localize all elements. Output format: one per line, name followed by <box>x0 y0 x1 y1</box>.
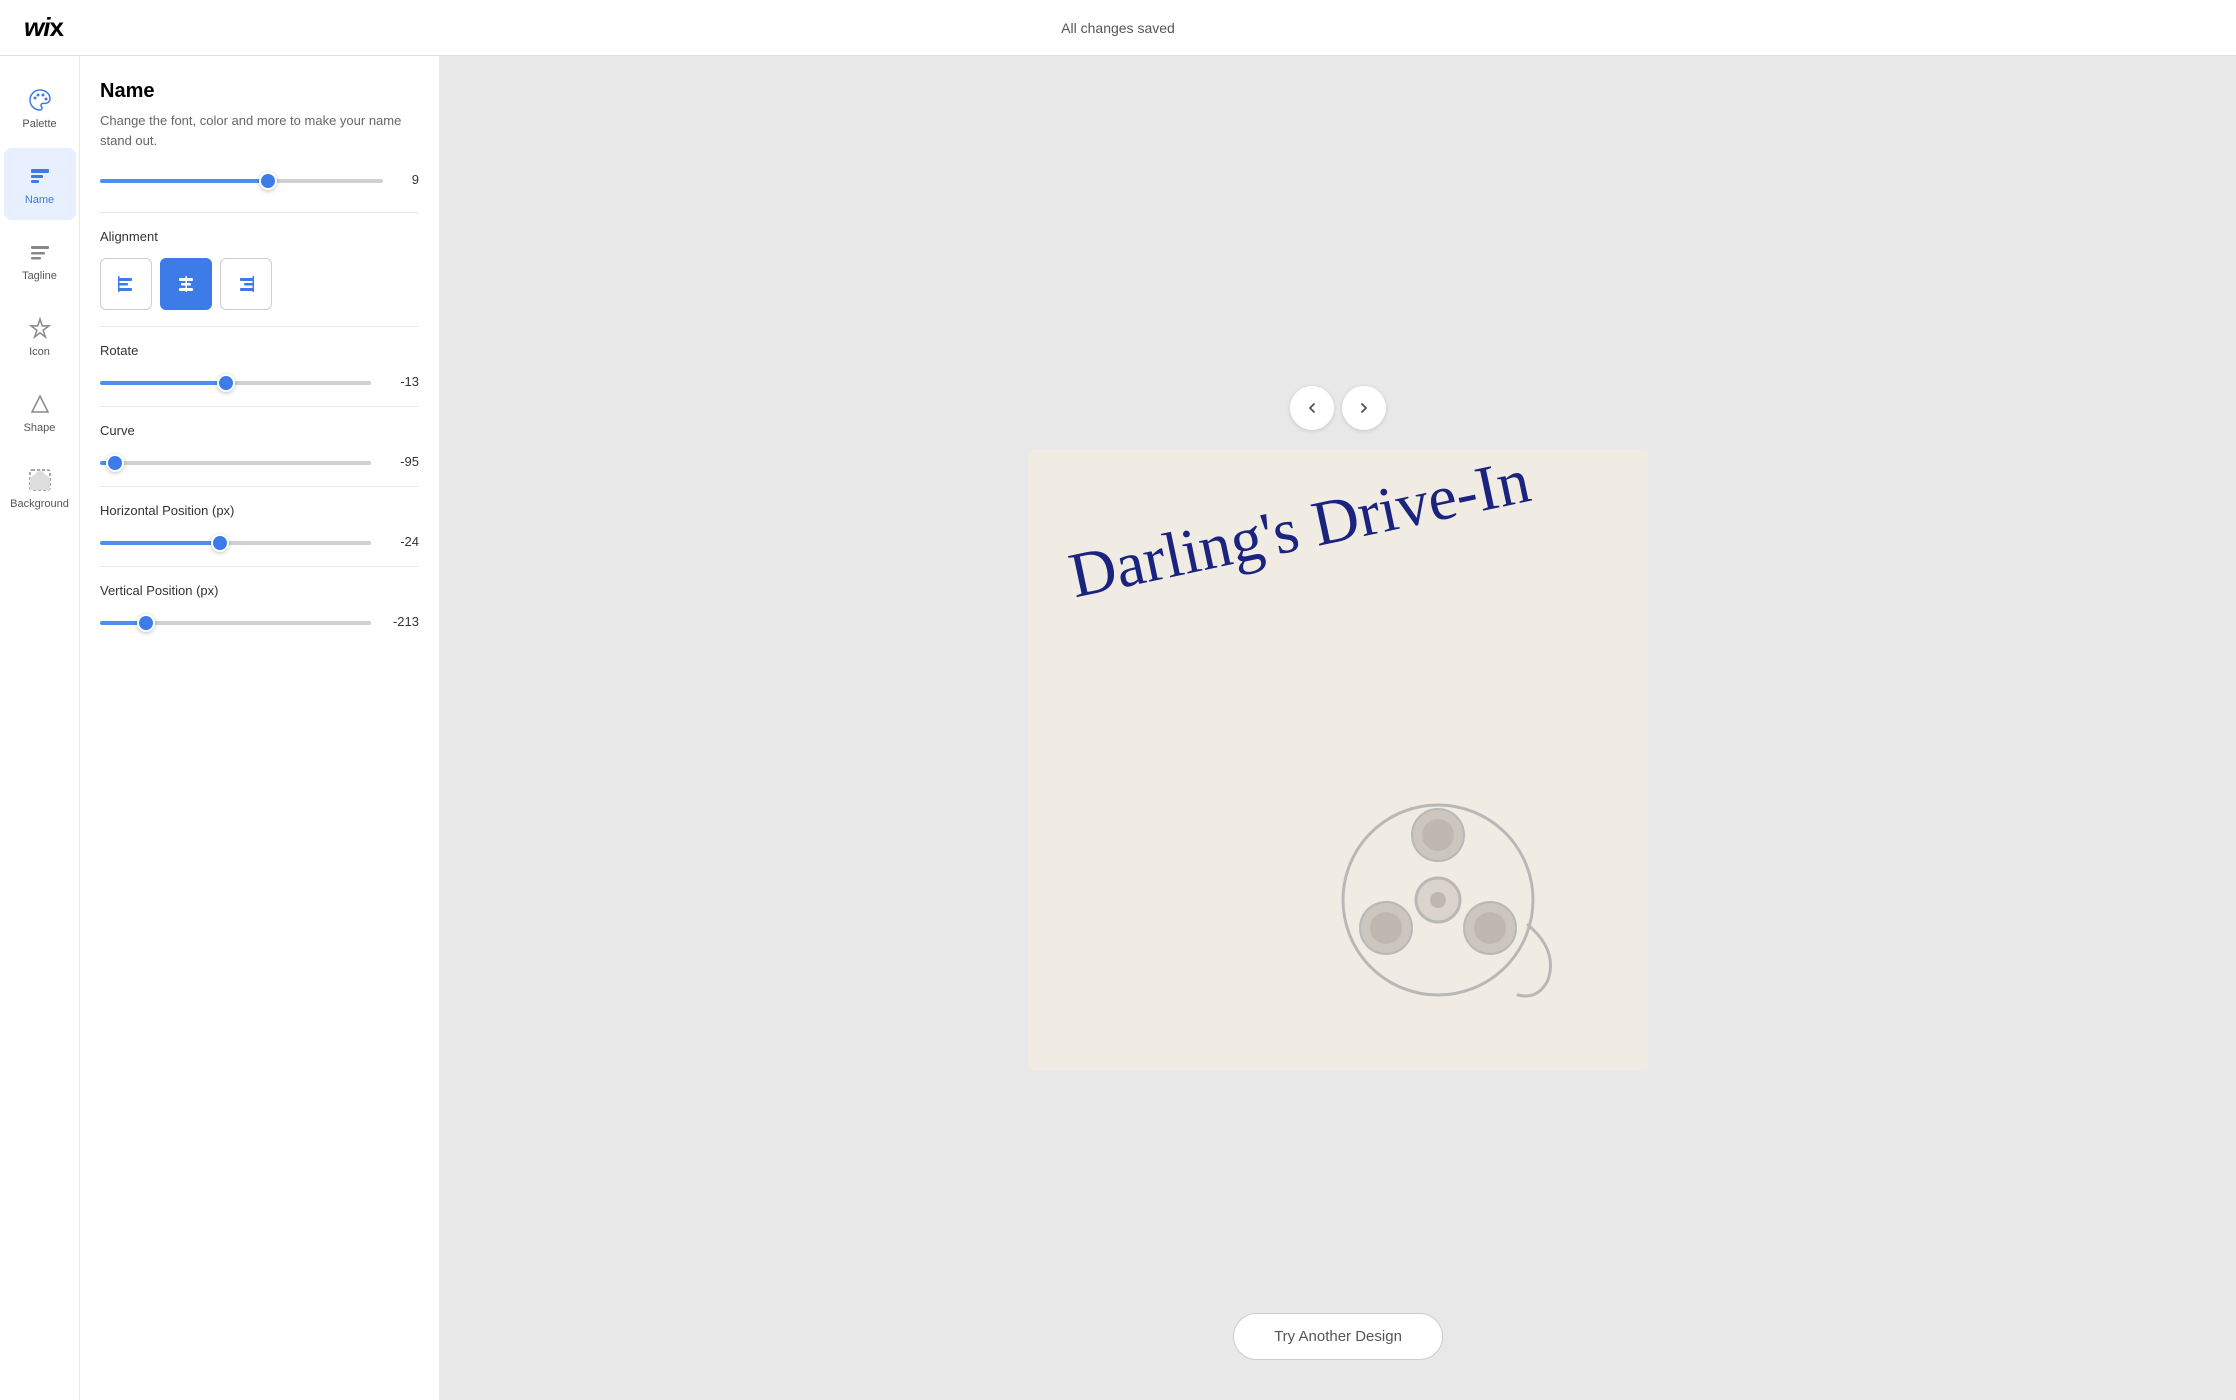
rotate-value: -13 <box>383 374 419 389</box>
alignment-row <box>100 258 419 310</box>
sidebar-item-background[interactable]: Background <box>4 452 76 524</box>
vertical-position-slider-container <box>100 612 371 630</box>
panel-title: Name <box>100 80 419 103</box>
curve-slider-row: -95 <box>100 452 419 470</box>
shape-icon <box>26 390 54 418</box>
film-reel-icon <box>1318 780 1558 1020</box>
horizontal-position-label: Horizontal Position (px) <box>100 503 419 518</box>
rotate-slider-container <box>100 372 371 390</box>
top-slider-row: 9 <box>100 170 419 188</box>
curve-label: Curve <box>100 423 419 438</box>
curve-slider-container <box>100 452 371 470</box>
top-slider-value: 9 <box>395 172 419 187</box>
canvas-area: Darling's Drive-In Try Ano <box>440 56 2236 1400</box>
sidebar-item-tagline[interactable]: Tagline <box>4 224 76 296</box>
curve-slider[interactable] <box>100 461 371 465</box>
topbar: wix All changes saved <box>0 0 2236 56</box>
sidebar-item-name[interactable]: Name <box>4 148 76 220</box>
rotate-group: Rotate -13 <box>100 326 419 406</box>
sidebar-item-icon[interactable]: Icon <box>4 300 76 372</box>
top-slider-group: 9 <box>100 170 419 212</box>
sidebar-item-shape[interactable]: Shape <box>4 376 76 448</box>
nav-arrows <box>1290 386 1386 430</box>
next-arrow-button[interactable] <box>1342 386 1386 430</box>
prev-arrow-button[interactable] <box>1290 386 1334 430</box>
controls-panel: Name Change the font, color and more to … <box>80 56 440 1400</box>
horizontal-position-slider-row: -24 <box>100 532 419 550</box>
sidebar-label-background: Background <box>10 498 69 510</box>
wix-logo: wix <box>24 12 63 43</box>
icon-sidebar: Palette Name Tagline <box>0 56 80 1400</box>
main-layout: Palette Name Tagline <box>0 56 2236 1400</box>
horizontal-position-group: Horizontal Position (px) -24 <box>100 486 419 566</box>
alignment-group: Alignment <box>100 212 419 326</box>
alignment-label: Alignment <box>100 229 419 244</box>
sidebar-label-icon: Icon <box>29 346 50 358</box>
sidebar-label-shape: Shape <box>24 422 56 434</box>
logo-canvas: Darling's Drive-In <box>1028 450 1648 1070</box>
tagline-icon <box>26 238 54 266</box>
rotate-slider[interactable] <box>100 381 371 385</box>
sidebar-label-tagline: Tagline <box>22 270 57 282</box>
align-right-button[interactable] <box>220 258 272 310</box>
sidebar-label-name: Name <box>25 194 54 206</box>
horizontal-position-slider-container <box>100 532 371 550</box>
save-status: All changes saved <box>1061 20 1175 36</box>
sidebar-item-palette[interactable]: Palette <box>4 72 76 144</box>
vertical-position-value: -213 <box>383 614 419 629</box>
name-icon <box>26 162 54 190</box>
vertical-position-label: Vertical Position (px) <box>100 583 419 598</box>
icon-icon <box>26 314 54 342</box>
top-slider-container <box>100 170 383 188</box>
vertical-position-slider[interactable] <box>100 621 371 625</box>
rotate-slider-row: -13 <box>100 372 419 390</box>
align-center-button[interactable] <box>160 258 212 310</box>
vertical-position-slider-row: -213 <box>100 612 419 630</box>
curve-group: Curve -95 <box>100 406 419 486</box>
vertical-position-group: Vertical Position (px) -213 <box>100 566 419 646</box>
horizontal-position-value: -24 <box>383 534 419 549</box>
curve-value: -95 <box>383 454 419 469</box>
background-icon <box>26 466 54 494</box>
palette-icon <box>26 86 54 114</box>
horizontal-position-slider[interactable] <box>100 541 371 545</box>
top-slider-input[interactable] <box>100 179 383 183</box>
align-left-button[interactable] <box>100 258 152 310</box>
rotate-label: Rotate <box>100 343 419 358</box>
sidebar-label-palette: Palette <box>22 118 56 130</box>
try-another-design-button[interactable]: Try Another Design <box>1233 1313 1443 1360</box>
logo-name-text: Darling's Drive-In <box>1063 450 1536 613</box>
panel-description: Change the font, color and more to make … <box>100 111 419 150</box>
